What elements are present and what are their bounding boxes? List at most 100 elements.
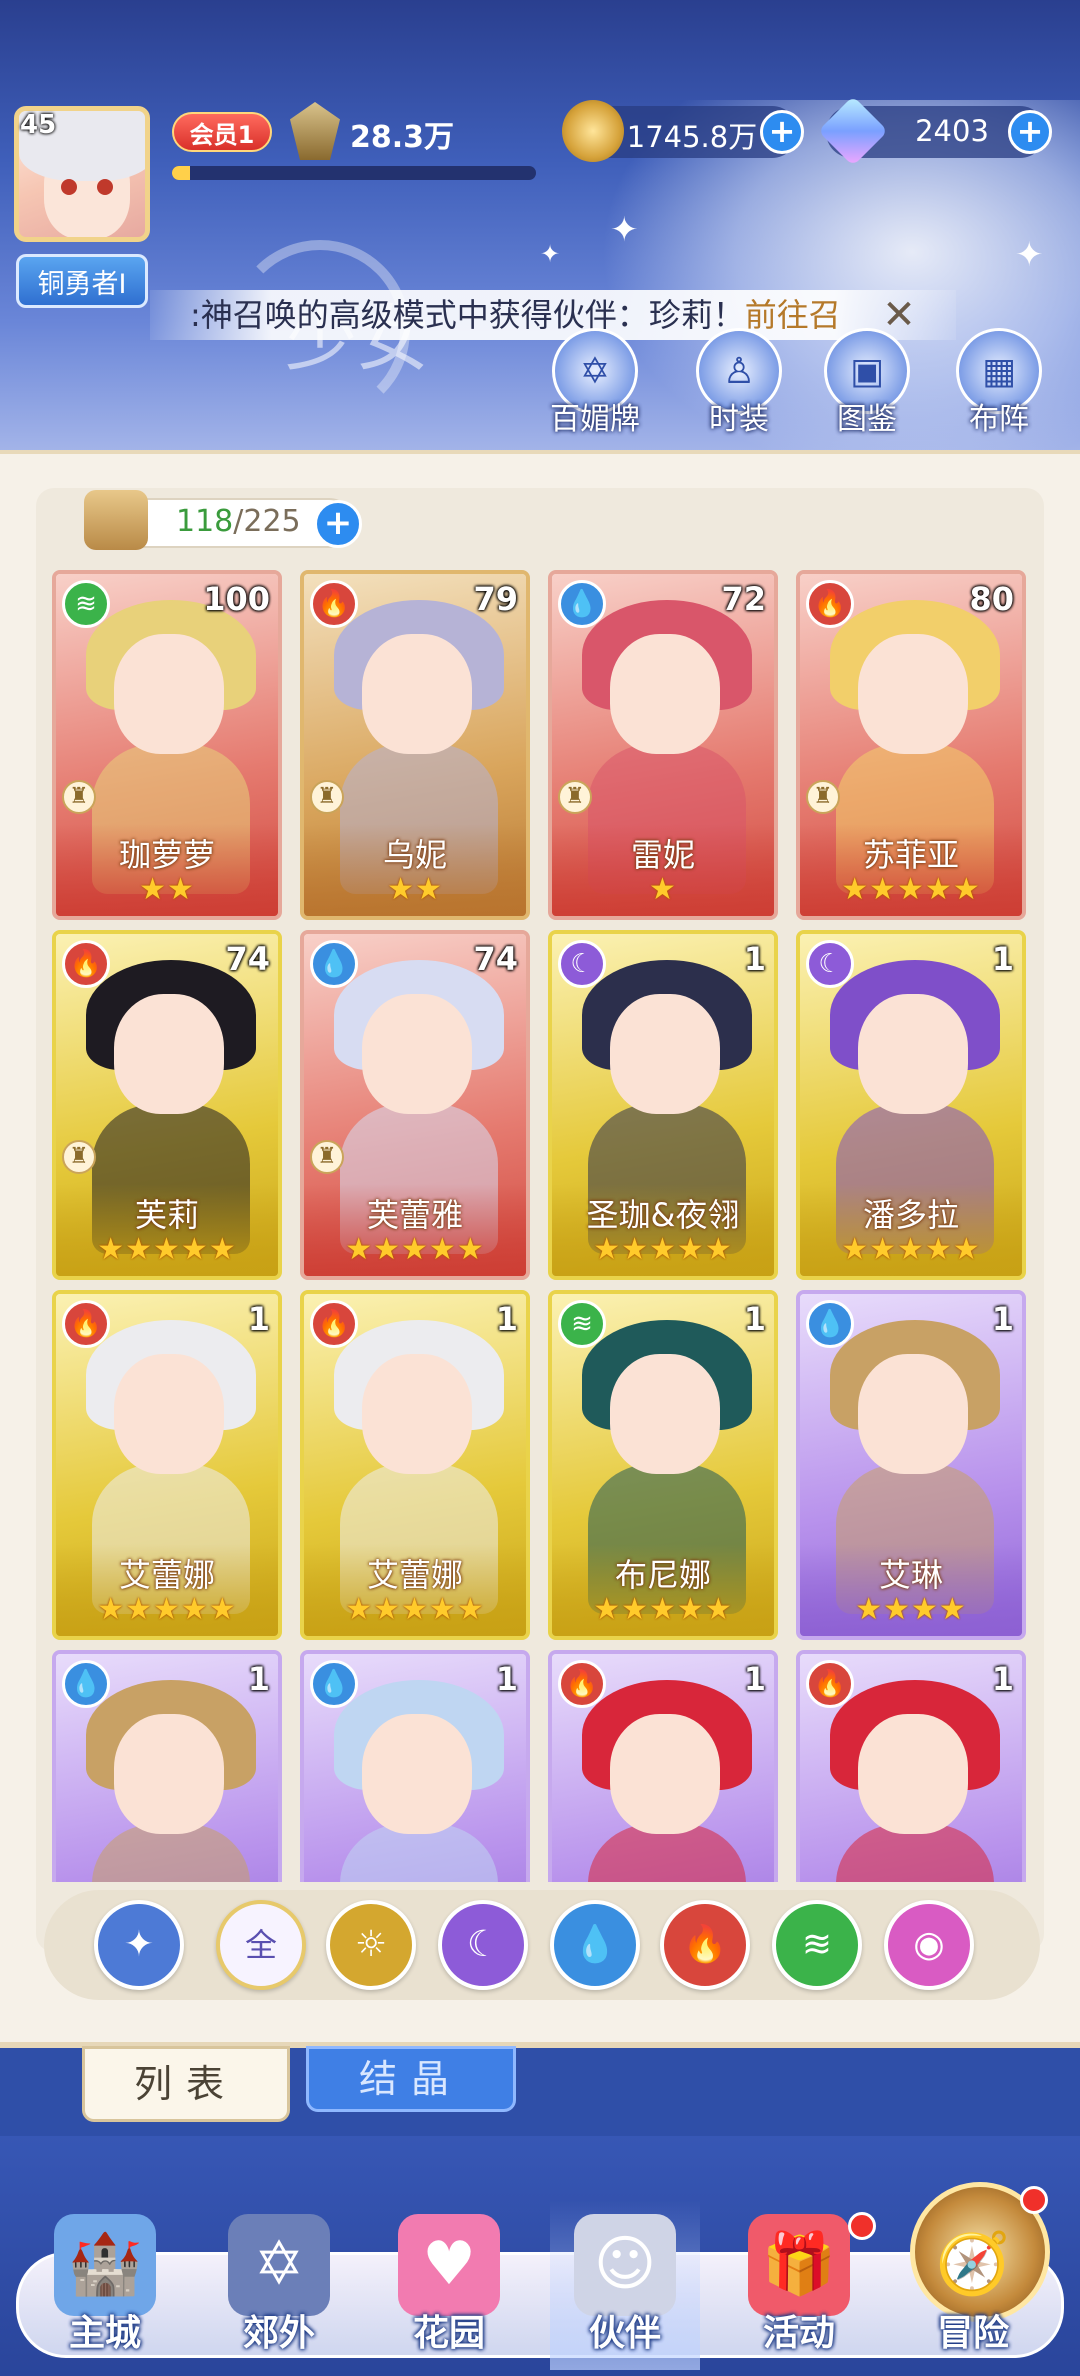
partner-card[interactable]: ≋ 100 ♜ 珈萝萝 ★★: [52, 570, 282, 920]
filter-light-button[interactable]: ☼: [326, 1900, 416, 1990]
partner-card[interactable]: 💧 1 艾琳 ★★★★: [796, 1290, 1026, 1640]
partner-card[interactable]: 💧 72 ♜ 雷妮 ★: [548, 570, 778, 920]
header-button-3[interactable]: ▦ 布阵: [944, 328, 1054, 438]
rook-icon: ♜: [806, 780, 840, 814]
header-button-1[interactable]: ♙ 时装: [684, 328, 794, 438]
partner-name: 布尼娜: [614, 1556, 711, 1594]
portal-icon: ✡: [228, 2214, 330, 2316]
partner-card[interactable]: 💧 1: [300, 1650, 530, 1882]
partner-name: 艾蕾娜: [118, 1556, 215, 1594]
add-gold-button[interactable]: +: [760, 110, 804, 154]
partner-face: [858, 1354, 968, 1474]
sparkle-icon: ✦: [1015, 235, 1044, 275]
partner-face: [610, 1714, 720, 1834]
partner-card[interactable]: 🔥 1: [796, 1650, 1026, 1882]
heart-icon: ♥: [398, 2214, 500, 2316]
partner-card[interactable]: ≋ 1 布尼娜 ★★★★★: [548, 1290, 778, 1640]
partner-card[interactable]: 🔥 1: [548, 1650, 778, 1882]
header-button-label: 图鉴: [837, 402, 897, 437]
partner-level: 1: [991, 1660, 1014, 1698]
partner-level: 1: [247, 1300, 270, 1338]
rank-badge[interactable]: 铜勇者I: [16, 254, 148, 308]
avatar-eye: [97, 179, 113, 195]
partner-face: [114, 634, 224, 754]
partner-name: 圣珈&夜翎: [586, 1196, 740, 1234]
collection-current: 118: [176, 504, 234, 539]
partner-face: [858, 634, 968, 754]
expand-capacity-button[interactable]: +: [314, 500, 362, 548]
filter-water-button[interactable]: 💧: [550, 1900, 640, 1990]
partner-card[interactable]: 🔥 1 艾蕾娜 ★★★★★: [300, 1290, 530, 1640]
combat-power: 28.3万: [350, 120, 455, 155]
partner-name: 艾琳: [878, 1556, 943, 1594]
header-button-label: 布阵: [969, 402, 1029, 437]
gift-icon: 🎁: [748, 2214, 850, 2316]
xp-fill: [172, 166, 191, 180]
partner-level: 74: [225, 940, 270, 978]
star-rating: ★★★★★: [97, 1592, 237, 1627]
header-button-label: 时装: [709, 402, 769, 437]
partner-card[interactable]: ☾ 1 圣珈&夜翎 ★★★★★: [548, 930, 778, 1280]
filter-all-button[interactable]: 全: [216, 1900, 306, 1990]
filter-fire-button[interactable]: 🔥: [660, 1900, 750, 1990]
nav-label: 郊外: [242, 2313, 315, 2354]
header-button-2[interactable]: ▣ 图鉴: [812, 328, 922, 438]
tab-list[interactable]: 列表: [82, 2046, 290, 2122]
partner-name: 潘多拉: [862, 1196, 959, 1234]
partner-card[interactable]: 🔥 79 ♜ 乌妮 ★★: [300, 570, 530, 920]
partner-face: [114, 994, 224, 1114]
nav-portal[interactable]: ✡ 郊外: [204, 2200, 354, 2370]
backpack-icon: [84, 490, 148, 550]
header-button-0[interactable]: ✡ 百媚牌: [540, 328, 650, 438]
sparkle-icon: ✦: [540, 240, 561, 268]
nav-compass[interactable]: 🧭 冒险: [898, 2186, 1048, 2370]
nav-gift[interactable]: 🎁 活动: [724, 2200, 876, 2370]
partner-face: [610, 634, 720, 754]
partner-level: 74: [473, 940, 518, 978]
collection-count: 118/225: [176, 504, 301, 539]
wind-element-icon: ≋: [62, 580, 110, 628]
filter-special-button[interactable]: ✦: [94, 1900, 184, 1990]
partner-card[interactable]: 🔥 1 艾蕾娜 ★★★★★: [52, 1290, 282, 1640]
rook-icon: ♜: [310, 780, 344, 814]
nav-label: 主城: [68, 2313, 141, 2354]
star-rating: ★★★★★: [841, 872, 981, 907]
filter-moon-button[interactable]: ☾: [438, 1900, 528, 1990]
gold-counter: 1745.8万 +: [562, 100, 804, 162]
partner-card[interactable]: 💧 74 ♜ 芙蕾雅 ★★★★★: [300, 930, 530, 1280]
partner-level: 79: [473, 580, 518, 618]
fire-element-icon: 🔥: [62, 940, 110, 988]
nav-label: 冒险: [936, 2313, 1009, 2354]
partner-card[interactable]: 💧 1: [52, 1650, 282, 1882]
partner-name: 雷妮: [630, 836, 695, 874]
star-rating: ★★★★: [855, 1592, 967, 1627]
partner-card[interactable]: ☾ 1 潘多拉 ★★★★★: [796, 930, 1026, 1280]
water-element-icon: 💧: [310, 940, 358, 988]
castle-icon: 🏰: [54, 2214, 156, 2316]
vip-badge[interactable]: 会员1: [172, 112, 272, 152]
partner-level: 100: [203, 580, 270, 618]
gem-counter: 2403 +: [817, 95, 1052, 167]
filter-arcane-button[interactable]: ◉: [884, 1900, 974, 1990]
announcement-message: :神召唤的高级模式中获得伙伴：珍莉！: [190, 296, 745, 334]
add-gem-button[interactable]: +: [1008, 110, 1052, 154]
star-rating: ★★★★★: [593, 1232, 733, 1267]
star-rating: ★★: [387, 872, 443, 907]
partner-name: 芙蕾雅: [366, 1196, 463, 1234]
tab-crystal[interactable]: 结晶: [306, 2046, 516, 2112]
partner-level: 1: [991, 940, 1014, 978]
notification-dot: [1020, 2186, 1048, 2214]
partner-card[interactable]: 🔥 80 ♜ 苏菲亚 ★★★★★: [796, 570, 1026, 920]
header-button-label: 百媚牌: [550, 402, 640, 437]
partner-face: [610, 1354, 720, 1474]
gem-value: 2403: [915, 114, 989, 148]
water-element-icon: 💧: [558, 580, 606, 628]
nav-partner[interactable]: ☺ 伙伴: [550, 2200, 700, 2370]
xp-bar: [172, 166, 536, 180]
filter-wind-button[interactable]: ≋: [772, 1900, 862, 1990]
nav-castle[interactable]: 🏰 主城: [30, 2200, 180, 2370]
partner-card[interactable]: 🔥 74 ♜ 芙莉 ★★★★★: [52, 930, 282, 1280]
nav-heart[interactable]: ♥ 花园: [374, 2200, 524, 2370]
rook-icon: ♜: [558, 780, 592, 814]
partner-icon: ☺: [574, 2214, 676, 2316]
